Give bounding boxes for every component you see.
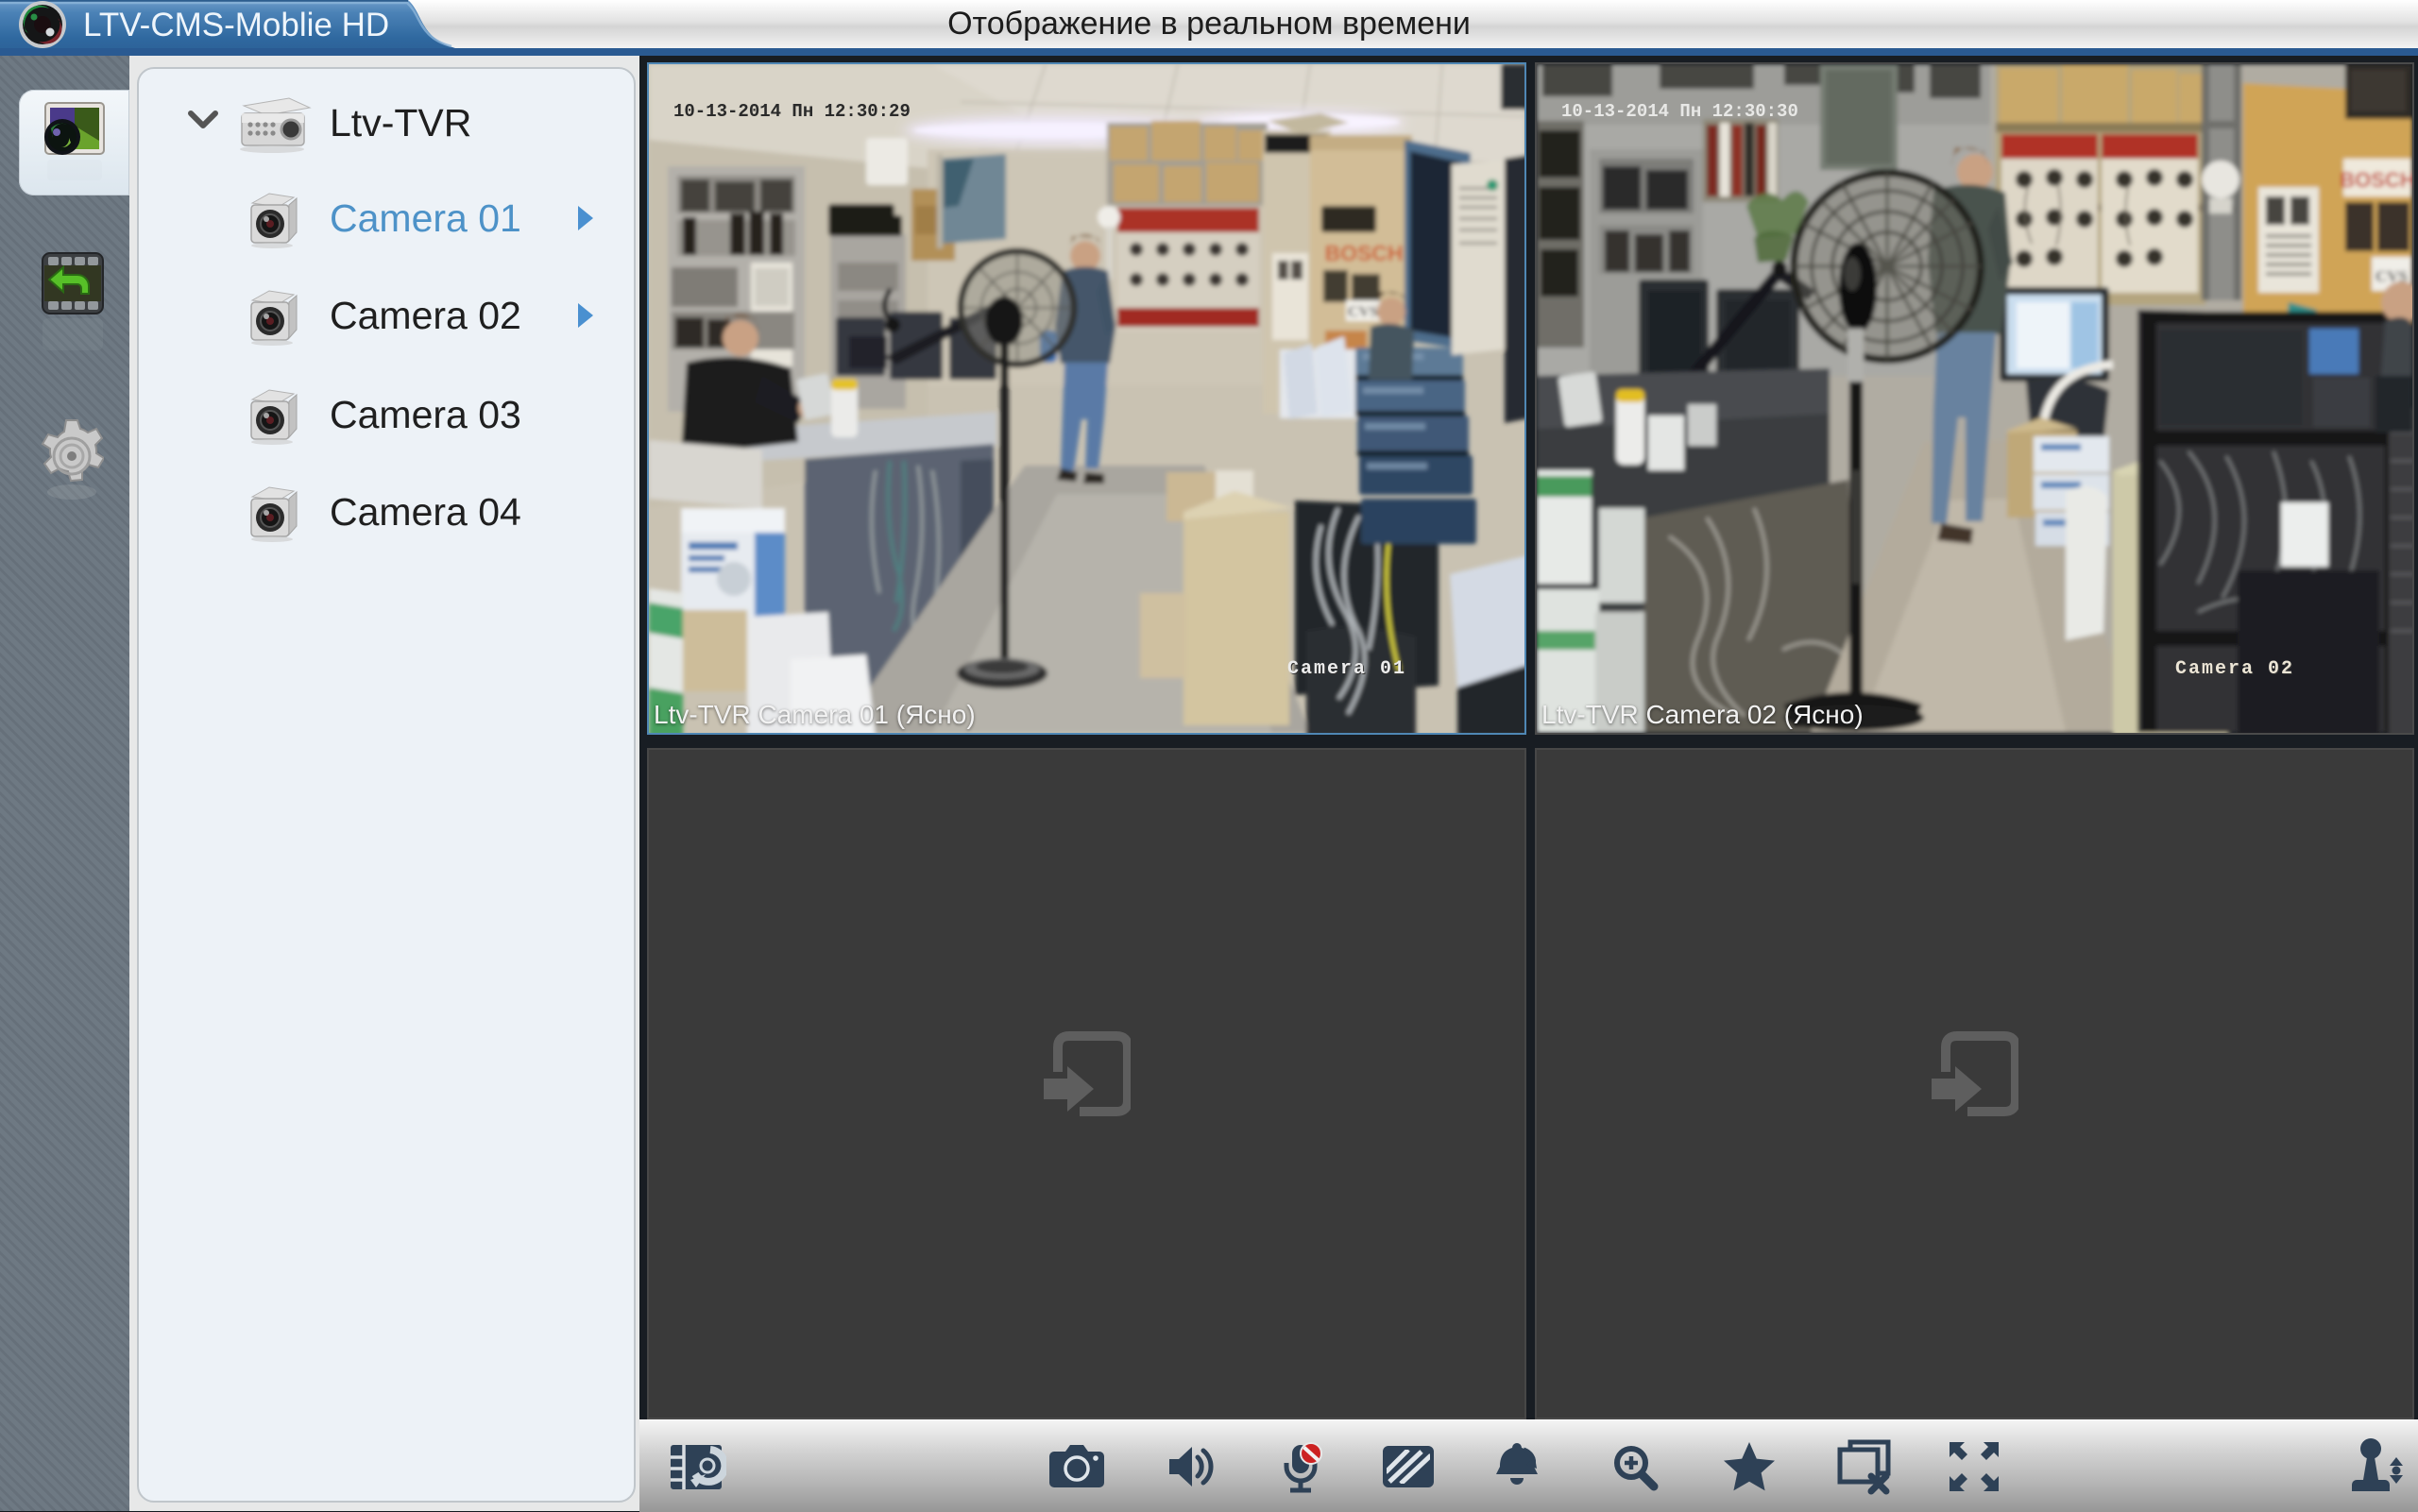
svg-text:BOSCH: BOSCH	[1324, 241, 1403, 265]
svg-text:CVS: CVS	[1348, 304, 1378, 320]
svg-text:BOSCH: BOSCH	[2340, 168, 2412, 192]
